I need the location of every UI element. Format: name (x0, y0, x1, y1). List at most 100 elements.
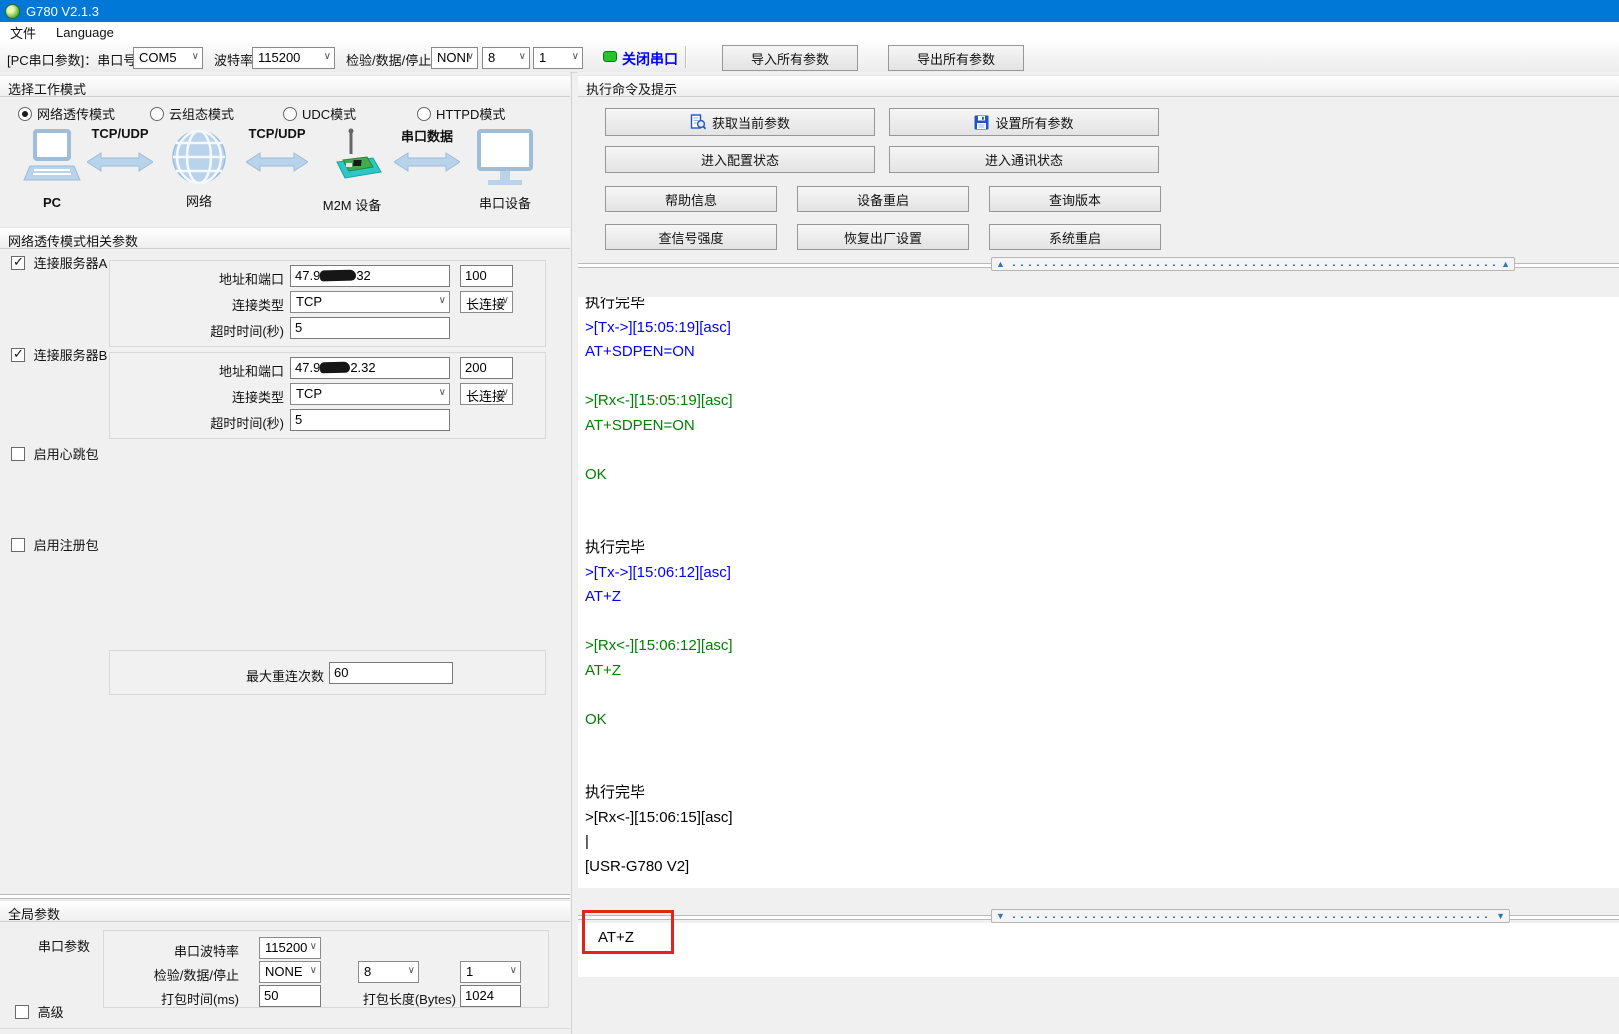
double-arrow-icon (87, 152, 153, 172)
toolbar-separator (685, 46, 686, 68)
cmd-button-2-1[interactable]: 设备重启 (797, 186, 969, 212)
server-a-type-select[interactable]: TCP (290, 291, 450, 313)
net-params-header: 网络透传模式相关参数 (0, 227, 570, 249)
cmd-button-3-2[interactable]: 系统重启 (989, 224, 1161, 250)
work-mode-radio-2[interactable]: UDC模式 (283, 104, 356, 123)
panel-splitter[interactable] (571, 72, 572, 1034)
addr-label: 地址和端口 (110, 361, 284, 380)
app-icon (5, 4, 20, 19)
global-baud-select[interactable]: 115200 (259, 937, 321, 959)
server-b-checkbox[interactable]: 连接服务器B (11, 345, 107, 364)
heartbeat-checkbox[interactable]: 启用心跳包 (11, 444, 99, 463)
parity-select[interactable]: NONI (431, 47, 478, 69)
log-line (585, 757, 1619, 782)
log-output[interactable]: 执行完毕>[Tx->][15:05:19][asc]AT+SDPEN=ON >[… (578, 297, 1619, 888)
global-databits-select[interactable]: 8 (358, 961, 419, 983)
splitter-dots (1010, 263, 1496, 266)
work-mode-radio-3[interactable]: HTTPD模式 (417, 104, 505, 123)
work-mode-radio-1[interactable]: 云组态模式 (150, 104, 234, 123)
log-line (585, 438, 1619, 463)
log-line: OK (585, 463, 1619, 488)
monitor-icon (476, 128, 534, 190)
log-line (585, 487, 1619, 512)
command-panel-header: 执行命令及提示 (578, 75, 1619, 97)
global-serial-group: 串口波特率 115200 检验/数据/停止 NONE 8 1 打包时间(ms) … (103, 930, 549, 1008)
server-b-port-input[interactable]: 200 (460, 357, 513, 379)
splitter-dots (1010, 915, 1491, 918)
packlen-input[interactable]: 1024 (460, 985, 521, 1007)
import-params-button[interactable]: 导入所有参数 (722, 45, 858, 71)
radio-icon (417, 107, 431, 121)
baud-select[interactable]: 115200 (252, 47, 335, 69)
menu-file[interactable]: 文件 (0, 23, 46, 42)
log-line: AT+Z (585, 585, 1619, 610)
advanced-checkbox[interactable]: 高级 (15, 1002, 64, 1021)
work-mode-radio-0[interactable]: 网络透传模式 (18, 104, 115, 123)
server-a-mode-select[interactable]: 长连接 (460, 291, 513, 313)
server-a-address-input[interactable]: 47.932 (290, 265, 450, 287)
global-stopbits-select[interactable]: 1 (460, 961, 521, 983)
work-mode-header: 选择工作模式 (0, 75, 570, 97)
m2m-device-icon (321, 128, 383, 192)
cmd-button-2-2[interactable]: 查询版本 (989, 186, 1161, 212)
collapse-splitter-bottom[interactable]: ▼ ▼ (991, 909, 1510, 923)
send-input-area[interactable]: AT+Z (578, 923, 1619, 977)
panel-bottom-divider (0, 1028, 570, 1029)
cmd-button-3-1[interactable]: 恢复出厂设置 (797, 224, 969, 250)
triangle-up-icon: ▲ (996, 260, 1005, 269)
triangle-down-icon: ▼ (1496, 912, 1505, 921)
server-b-address-input[interactable]: 47.92.32 (290, 357, 450, 379)
log-line: AT+Z (585, 659, 1619, 684)
log-line: >[Tx->][15:05:19][asc] (585, 316, 1619, 341)
diagram-link-2: TCP/UDP (246, 126, 308, 172)
global-parity-select[interactable]: NONE (259, 961, 321, 983)
server-b-timeout-input[interactable]: 5 (290, 409, 450, 431)
doc-search-icon (690, 114, 706, 130)
reconnect-group: 最大重连次数 60 (109, 650, 546, 695)
log-line: >[Tx->][15:06:12][asc] (585, 561, 1619, 586)
app-window: G780 V2.1.3 文件 Language [PC串口参数]：串口号 COM… (0, 0, 1619, 1034)
server-a-group: 地址和端口 47.932 100 连接类型 TCP 长连接 超时时间(秒) 5 (109, 260, 546, 347)
global-frame-label: 检验/数据/停止 (104, 965, 239, 984)
type-label: 连接类型 (110, 295, 284, 314)
cmd-button-0-0[interactable]: 获取当前参数 (605, 108, 875, 136)
log-line (585, 365, 1619, 390)
log-line: >[Rx<-][15:06:12][asc] (585, 634, 1619, 659)
close-port-button[interactable]: 关闭串口 (622, 49, 678, 69)
annotation-red-box (582, 910, 674, 954)
log-line: >[Rx<-][15:06:15][asc] (585, 806, 1619, 831)
databits-select[interactable]: 8 (482, 47, 530, 69)
cmd-button-3-0[interactable]: 查信号强度 (605, 224, 777, 250)
checkbox-icon (11, 447, 25, 461)
cmd-button-1-1[interactable]: 进入通讯状态 (889, 146, 1159, 173)
export-params-button[interactable]: 导出所有参数 (888, 45, 1024, 71)
checkbox-icon (15, 1005, 29, 1019)
command-log-panel: 执行命令及提示 获取当前参数设置所有参数进入配置状态进入通讯状态帮助信息设备重启… (578, 72, 1619, 1034)
stopbits-select[interactable]: 1 (533, 47, 583, 69)
redaction-mark (320, 270, 356, 282)
packtime-input[interactable]: 50 (259, 985, 321, 1007)
server-b-type-select[interactable]: TCP (290, 383, 450, 405)
cmd-button-2-0[interactable]: 帮助信息 (605, 186, 777, 212)
port-open-indicator-icon (603, 51, 617, 62)
triangle-up-icon: ▲ (1501, 260, 1510, 269)
radio-icon (150, 107, 164, 121)
register-checkbox[interactable]: 启用注册包 (11, 535, 99, 554)
cmd-button-1-0[interactable]: 进入配置状态 (605, 146, 875, 173)
type-label: 连接类型 (110, 387, 284, 406)
window-title: G780 V2.1.3 (26, 4, 99, 19)
max-reconnect-input[interactable]: 60 (329, 662, 453, 684)
cmd-button-0-1[interactable]: 设置所有参数 (889, 108, 1159, 136)
global-params-header: 全局参数 (0, 900, 570, 922)
com-port-select[interactable]: COM5 (133, 47, 203, 69)
server-b-mode-select[interactable]: 长连接 (460, 383, 513, 405)
section-divider (0, 894, 570, 899)
collapse-splitter-top[interactable]: ▲ ▲ (991, 257, 1515, 271)
menu-language[interactable]: Language (46, 25, 124, 40)
server-a-checkbox[interactable]: 连接服务器A (11, 253, 107, 272)
checkbox-icon (11, 348, 25, 362)
server-a-timeout-input[interactable]: 5 (290, 317, 450, 339)
checkbox-icon (11, 538, 25, 552)
title-bar: G780 V2.1.3 (0, 0, 1619, 22)
server-a-port-input[interactable]: 100 (460, 265, 513, 287)
